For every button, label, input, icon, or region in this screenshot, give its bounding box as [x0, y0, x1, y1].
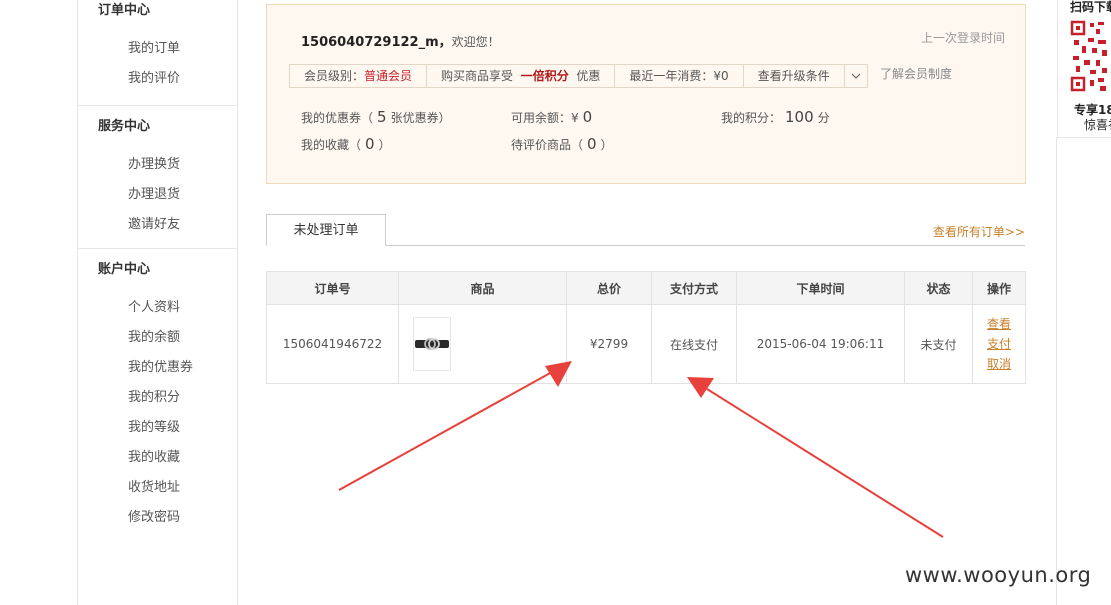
watermark: www.wooyun.org [905, 563, 1092, 587]
annotation-arrows [338, 361, 944, 538]
arrow-to-payment-icon [706, 388, 944, 538]
arrow-to-total-icon [338, 371, 553, 491]
